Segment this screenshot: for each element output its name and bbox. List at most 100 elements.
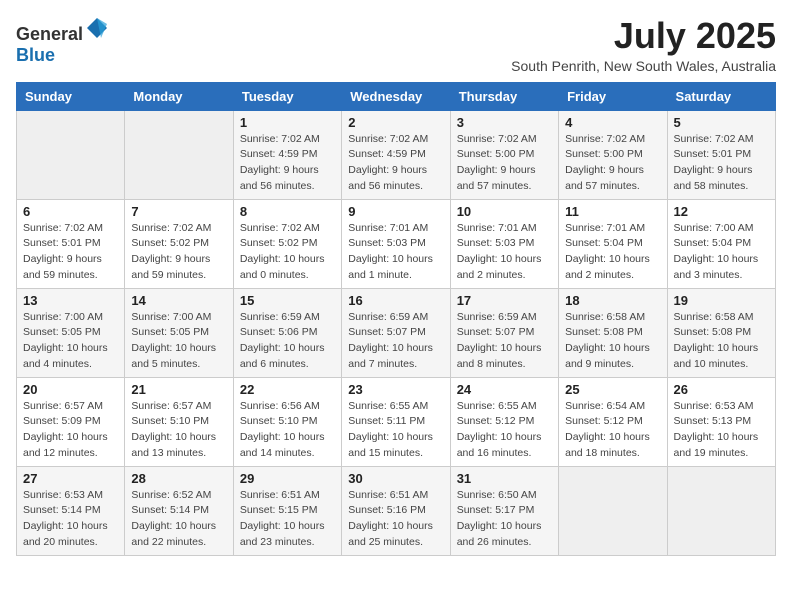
day-info: Sunrise: 6:53 AMSunset: 5:14 PMDaylight:…: [23, 488, 118, 551]
day-number: 11: [565, 204, 660, 219]
day-info: Sunrise: 7:02 AMSunset: 4:59 PMDaylight:…: [240, 132, 335, 195]
calendar-cell: 10Sunrise: 7:01 AMSunset: 5:03 PMDayligh…: [450, 199, 558, 288]
logo-blue: Blue: [16, 45, 55, 65]
day-header-wednesday: Wednesday: [342, 82, 450, 110]
day-header-friday: Friday: [559, 82, 667, 110]
month-year-title: July 2025: [511, 16, 776, 56]
calendar-cell: 9Sunrise: 7:01 AMSunset: 5:03 PMDaylight…: [342, 199, 450, 288]
day-info: Sunrise: 6:55 AMSunset: 5:11 PMDaylight:…: [348, 399, 443, 462]
day-header-saturday: Saturday: [667, 82, 775, 110]
day-number: 5: [674, 115, 769, 130]
day-number: 24: [457, 382, 552, 397]
calendar-header: SundayMondayTuesdayWednesdayThursdayFrid…: [17, 82, 776, 110]
calendar-cell: 22 Sunrise: 6:56 AMSunset: 5:10 PMDayligh…: [233, 377, 341, 466]
calendar-cell: 8 Sunrise: 7:02 AMSunset: 5:02 PMDaylight…: [233, 199, 341, 288]
day-info: Sunrise: 6:51 AMSunset: 5:15 PMDaylight:…: [240, 488, 335, 551]
week-row-5: 27 Sunrise: 6:53 AMSunset: 5:14 PMDayligh…: [17, 466, 776, 555]
day-info: Sunrise: 6:53 AMSunset: 5:13 PMDaylight:…: [674, 399, 769, 462]
day-info: Sunrise: 6:54 AMSunset: 5:12 PMDaylight:…: [565, 399, 660, 462]
calendar-cell: 25Sunrise: 6:54 AMSunset: 5:12 PMDayligh…: [559, 377, 667, 466]
day-header-tuesday: Tuesday: [233, 82, 341, 110]
calendar-cell: 27 Sunrise: 6:53 AMSunset: 5:14 PMDayligh…: [17, 466, 125, 555]
day-header-sunday: Sunday: [17, 82, 125, 110]
calendar-cell: [559, 466, 667, 555]
day-number: 29: [240, 471, 335, 486]
day-number: 16: [348, 293, 443, 308]
calendar-cell: 12Sunrise: 7:00 AMSunset: 5:04 PMDayligh…: [667, 199, 775, 288]
calendar-cell: [17, 110, 125, 199]
day-info: Sunrise: 7:02 AMSunset: 5:01 PMDaylight:…: [23, 221, 118, 284]
day-number: 28: [131, 471, 226, 486]
day-info: Sunrise: 7:01 AMSunset: 5:03 PMDaylight:…: [348, 221, 443, 284]
calendar-cell: 14Sunrise: 7:00 AMSunset: 5:05 PMDayligh…: [125, 288, 233, 377]
calendar-cell: 1Sunrise: 7:02 AMSunset: 4:59 PMDaylight…: [233, 110, 341, 199]
calendar-cell: 28 Sunrise: 6:52 AMSunset: 5:14 PMDayligh…: [125, 466, 233, 555]
day-number: 22: [240, 382, 335, 397]
day-number: 19: [674, 293, 769, 308]
day-info: Sunrise: 6:59 AMSunset: 5:06 PMDaylight:…: [240, 310, 335, 373]
day-info: Sunrise: 6:58 AMSunset: 5:08 PMDaylight:…: [674, 310, 769, 373]
day-info: Sunrise: 7:02 AMSunset: 5:02 PMDaylight:…: [240, 221, 335, 284]
week-row-3: 13Sunrise: 7:00 AMSunset: 5:05 PMDayligh…: [17, 288, 776, 377]
day-number: 18: [565, 293, 660, 308]
day-info: Sunrise: 7:01 AMSunset: 5:04 PMDaylight:…: [565, 221, 660, 284]
calendar-cell: 5 Sunrise: 7:02 AMSunset: 5:01 PMDaylight…: [667, 110, 775, 199]
day-number: 2: [348, 115, 443, 130]
day-info: Sunrise: 6:56 AMSunset: 5:10 PMDaylight:…: [240, 399, 335, 462]
calendar-table: SundayMondayTuesdayWednesdayThursdayFrid…: [16, 82, 776, 556]
title-area: July 2025 South Penrith, New South Wales…: [511, 16, 776, 74]
calendar-cell: 2Sunrise: 7:02 AMSunset: 4:59 PMDaylight…: [342, 110, 450, 199]
calendar-cell: 3Sunrise: 7:02 AMSunset: 5:00 PMDaylight…: [450, 110, 558, 199]
calendar-cell: 18 Sunrise: 6:58 AMSunset: 5:08 PMDayligh…: [559, 288, 667, 377]
calendar-cell: 23 Sunrise: 6:55 AMSunset: 5:11 PMDayligh…: [342, 377, 450, 466]
day-info: Sunrise: 6:59 AMSunset: 5:07 PMDaylight:…: [348, 310, 443, 373]
day-header-thursday: Thursday: [450, 82, 558, 110]
day-number: 26: [674, 382, 769, 397]
calendar-cell: 21 Sunrise: 6:57 AMSunset: 5:10 PMDayligh…: [125, 377, 233, 466]
week-row-2: 6 Sunrise: 7:02 AMSunset: 5:01 PMDaylight…: [17, 199, 776, 288]
logo: General Blue: [16, 16, 109, 66]
day-info: Sunrise: 6:58 AMSunset: 5:08 PMDaylight:…: [565, 310, 660, 373]
day-info: Sunrise: 7:02 AMSunset: 5:00 PMDaylight:…: [457, 132, 552, 195]
logo-icon: [85, 16, 109, 40]
calendar-cell: 15Sunrise: 6:59 AMSunset: 5:06 PMDayligh…: [233, 288, 341, 377]
page-header: General Blue July 2025 South Penrith, Ne…: [16, 16, 776, 74]
day-info: Sunrise: 7:02 AMSunset: 5:01 PMDaylight:…: [674, 132, 769, 195]
day-number: 17: [457, 293, 552, 308]
day-number: 27: [23, 471, 118, 486]
day-info: Sunrise: 7:00 AMSunset: 5:05 PMDaylight:…: [131, 310, 226, 373]
day-info: Sunrise: 6:57 AMSunset: 5:10 PMDaylight:…: [131, 399, 226, 462]
day-number: 12: [674, 204, 769, 219]
calendar-cell: 30 Sunrise: 6:51 AMSunset: 5:16 PMDayligh…: [342, 466, 450, 555]
calendar-cell: 29 Sunrise: 6:51 AMSunset: 5:15 PMDayligh…: [233, 466, 341, 555]
week-row-1: 1Sunrise: 7:02 AMSunset: 4:59 PMDaylight…: [17, 110, 776, 199]
calendar-body: 1Sunrise: 7:02 AMSunset: 4:59 PMDaylight…: [17, 110, 776, 555]
day-header-monday: Monday: [125, 82, 233, 110]
calendar-cell: 31Sunrise: 6:50 AMSunset: 5:17 PMDayligh…: [450, 466, 558, 555]
day-number: 8: [240, 204, 335, 219]
calendar-cell: 24Sunrise: 6:55 AMSunset: 5:12 PMDayligh…: [450, 377, 558, 466]
day-number: 30: [348, 471, 443, 486]
calendar-cell: 17 Sunrise: 6:59 AMSunset: 5:07 PMDayligh…: [450, 288, 558, 377]
day-info: Sunrise: 6:52 AMSunset: 5:14 PMDaylight:…: [131, 488, 226, 551]
day-number: 7: [131, 204, 226, 219]
week-row-4: 20 Sunrise: 6:57 AMSunset: 5:09 PMDayligh…: [17, 377, 776, 466]
calendar-cell: 4Sunrise: 7:02 AMSunset: 5:00 PMDaylight…: [559, 110, 667, 199]
day-number: 20: [23, 382, 118, 397]
calendar-cell: 13Sunrise: 7:00 AMSunset: 5:05 PMDayligh…: [17, 288, 125, 377]
calendar-cell: 26 Sunrise: 6:53 AMSunset: 5:13 PMDayligh…: [667, 377, 775, 466]
calendar-cell: 20 Sunrise: 6:57 AMSunset: 5:09 PMDayligh…: [17, 377, 125, 466]
day-info: Sunrise: 6:59 AMSunset: 5:07 PMDaylight:…: [457, 310, 552, 373]
day-info: Sunrise: 6:51 AMSunset: 5:16 PMDaylight:…: [348, 488, 443, 551]
calendar-cell: 19 Sunrise: 6:58 AMSunset: 5:08 PMDayligh…: [667, 288, 775, 377]
day-number: 21: [131, 382, 226, 397]
day-info: Sunrise: 6:57 AMSunset: 5:09 PMDaylight:…: [23, 399, 118, 462]
day-number: 31: [457, 471, 552, 486]
day-info: Sunrise: 7:00 AMSunset: 5:05 PMDaylight:…: [23, 310, 118, 373]
day-number: 23: [348, 382, 443, 397]
day-number: 6: [23, 204, 118, 219]
calendar-cell: 16 Sunrise: 6:59 AMSunset: 5:07 PMDayligh…: [342, 288, 450, 377]
day-info: Sunrise: 7:01 AMSunset: 5:03 PMDaylight:…: [457, 221, 552, 284]
logo-general: General: [16, 24, 83, 44]
calendar-cell: [667, 466, 775, 555]
